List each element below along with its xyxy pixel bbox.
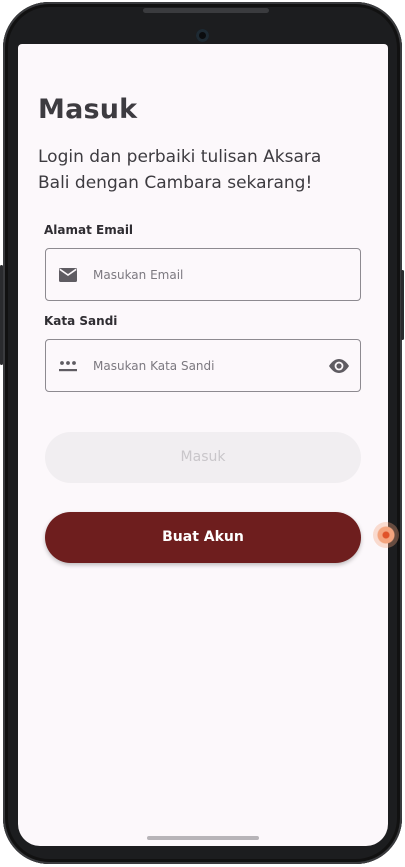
app-screen: Masuk Login dan perbaiki tulisan Aksara …	[18, 44, 388, 846]
email-field[interactable]	[45, 248, 361, 301]
password-field[interactable]	[45, 339, 361, 392]
create-account-button[interactable]: Buat Akun	[45, 512, 361, 563]
eye-icon[interactable]	[328, 355, 350, 377]
speaker-grille	[143, 8, 269, 13]
front-camera	[196, 29, 209, 42]
volume-button	[0, 265, 3, 365]
power-button	[401, 270, 404, 340]
password-label: Kata Sandi	[44, 314, 118, 328]
email-input[interactable]	[93, 249, 313, 300]
touch-indicator	[373, 522, 399, 548]
home-indicator	[147, 836, 259, 840]
envelope-icon	[58, 265, 78, 285]
password-dots-icon	[58, 356, 78, 376]
page-subtitle: Login dan perbaiki tulisan Aksara Bali d…	[38, 147, 322, 193]
password-input[interactable]	[93, 340, 313, 391]
email-label: Alamat Email	[44, 223, 134, 237]
page-title: Masuk	[38, 94, 138, 125]
login-button[interactable]: Masuk	[45, 432, 361, 483]
